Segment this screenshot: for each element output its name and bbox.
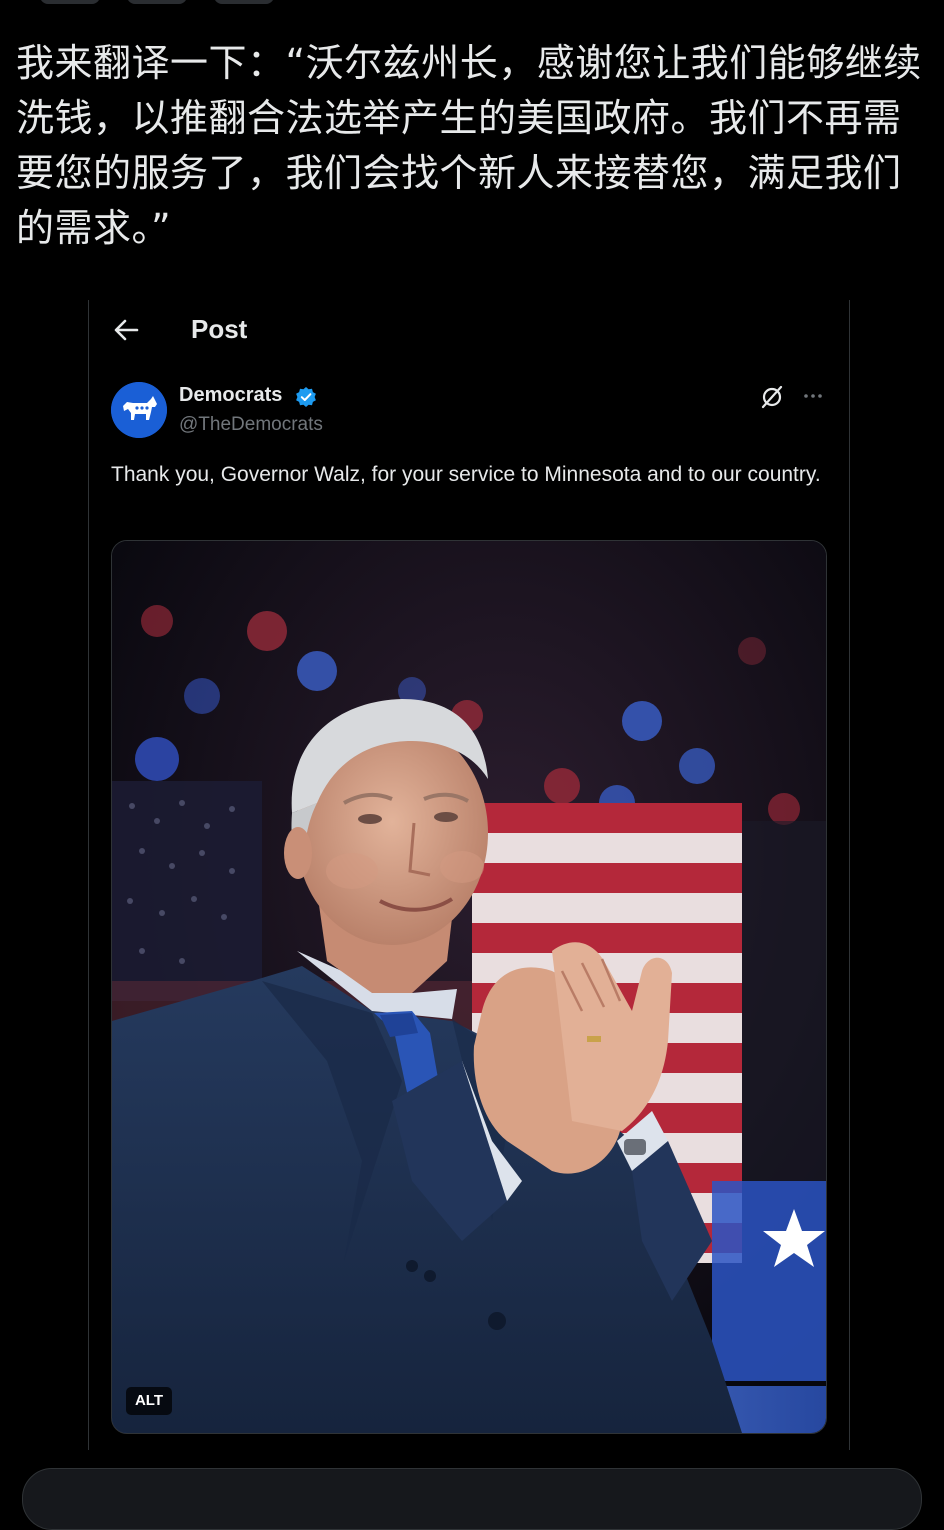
grok-icon[interactable] bbox=[759, 384, 785, 410]
clipped-element bbox=[214, 0, 275, 4]
democrats-donkey-logo bbox=[111, 382, 167, 438]
more-options-icon[interactable] bbox=[801, 384, 825, 408]
walz-applauding-photo bbox=[112, 541, 826, 1433]
post-header-title: Post bbox=[191, 314, 248, 344]
embedded-post-screenshot: Post Democrats @TheDemocrats Thank you, … bbox=[88, 300, 850, 1450]
post-text: Thank you, Governor Walz, for your servi… bbox=[111, 463, 821, 486]
verified-badge-icon bbox=[296, 387, 316, 407]
reply-composer-bar[interactable] bbox=[22, 1468, 922, 1530]
clipped-top-content bbox=[40, 0, 400, 4]
post-media-photo[interactable]: ALT bbox=[111, 540, 827, 1434]
back-arrow-icon[interactable] bbox=[113, 318, 139, 342]
post-header: Post bbox=[89, 300, 849, 360]
outer-post-text: 我来翻译一下：“沃尔兹州长，感谢您让我们能够继续洗钱，以推翻合法选举产生的美国政… bbox=[16, 41, 922, 250]
clipped-element bbox=[40, 0, 100, 4]
author-handle[interactable]: @TheDemocrats bbox=[179, 414, 323, 436]
alt-text-badge[interactable]: ALT bbox=[126, 1387, 172, 1415]
author-name[interactable]: Democrats bbox=[179, 384, 282, 407]
avatar[interactable] bbox=[111, 382, 167, 438]
clipped-element bbox=[127, 0, 188, 4]
